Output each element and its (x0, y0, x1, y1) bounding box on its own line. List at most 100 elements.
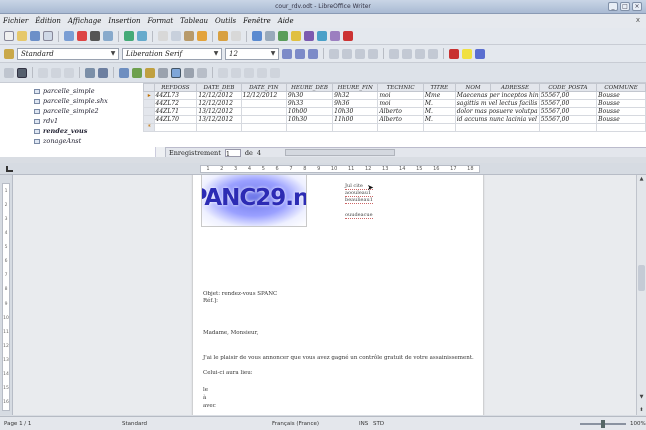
autofilter-icon[interactable] (158, 67, 168, 78)
table-cell[interactable]: 10h00 (285, 107, 334, 116)
column-header[interactable]: NOM (454, 83, 492, 92)
maximize-button[interactable]: □ (620, 2, 630, 11)
decrease-indent-icon[interactable] (415, 48, 425, 59)
letter-line[interactable]: à (203, 395, 206, 402)
paragraph-style-combo[interactable]: Standard ▼ (17, 47, 119, 60)
horizontal-ruler[interactable]: 1 2 3 4 5 6 7 8 9 10 11 12 13 14 15 16 17 18 (0, 163, 646, 175)
copy-record-icon[interactable] (51, 67, 61, 78)
column-header[interactable]: TITRE (422, 83, 456, 92)
column-header[interactable]: HEURE_FIN (332, 83, 379, 92)
letter-line[interactable]: avec (203, 403, 216, 410)
open-folder-icon[interactable] (17, 31, 27, 41)
print-preview-icon[interactable] (103, 31, 113, 41)
current-row-marker-icon[interactable]: ▸ (143, 91, 155, 100)
autospell-icon[interactable] (137, 31, 147, 41)
row-header[interactable] (143, 115, 155, 124)
edit-data-icon[interactable] (17, 67, 27, 78)
redo-icon[interactable] (231, 31, 241, 41)
page-nav-icon[interactable]: ⬍ (638, 407, 645, 414)
address-field[interactable]: beaulieau1 (345, 197, 373, 204)
navigator-icon[interactable] (304, 31, 314, 41)
zoom-level[interactable]: 100% (630, 421, 646, 427)
align-right-icon[interactable] (355, 48, 365, 59)
chevron-down-icon[interactable]: ▼ (269, 50, 277, 58)
spellcheck-icon[interactable] (124, 31, 134, 41)
tab-type-icon[interactable] (6, 166, 13, 172)
table-cell[interactable]: Maecenas per inceptos hin (454, 91, 540, 100)
close-document-button[interactable]: x (636, 16, 640, 24)
table-icon[interactable] (265, 31, 275, 41)
close-window-button[interactable]: × (632, 2, 642, 11)
edit-file-icon[interactable] (64, 31, 74, 41)
italic-icon[interactable] (295, 48, 305, 59)
menu-outils[interactable]: Outils (215, 17, 236, 25)
table-cell[interactable]: Bousse (596, 91, 646, 100)
letter-line[interactable]: Madame, Monsieur, (203, 330, 258, 337)
data-source-view-icon[interactable] (4, 67, 14, 78)
table-row[interactable]: ▸ 44ZL73 12/12/2012 12/12/2012 9h30 9h32… (143, 91, 646, 100)
highlight-icon[interactable] (462, 48, 472, 59)
table-cell[interactable]: Bousse (596, 107, 646, 116)
table-cell[interactable] (596, 123, 646, 132)
table-cell[interactable] (240, 115, 287, 124)
underline-icon[interactable] (308, 48, 318, 59)
table-cell[interactable] (285, 123, 334, 132)
menu-edition[interactable]: Édition (35, 17, 61, 25)
table-cell[interactable]: moi (377, 91, 424, 100)
address-field[interactable]: ouudeacue (345, 212, 373, 219)
table-cell[interactable]: 12/12/2012 (196, 99, 242, 108)
table-cell[interactable]: 9h36 (332, 99, 379, 108)
column-header[interactable]: TECHNIC (377, 83, 424, 92)
table-cell[interactable]: id accums nunc lacinia vel (454, 115, 540, 124)
table-cell[interactable]: dolor mas posuere volutpa (454, 107, 540, 116)
table-cell[interactable] (240, 123, 287, 132)
table-cell[interactable]: 55567,00 (538, 99, 598, 108)
table-cell[interactable]: 12/12/2012 (196, 91, 242, 100)
table-cell[interactable]: M. (422, 99, 456, 108)
scroll-up-icon[interactable]: ▲ (638, 176, 645, 183)
explorer-icon[interactable] (270, 67, 280, 78)
table-cell[interactable]: Bousse (596, 99, 646, 108)
new-row-marker-icon[interactable]: * (143, 123, 155, 132)
new-document-icon[interactable] (4, 31, 14, 41)
zoom-slider-handle[interactable] (601, 420, 605, 428)
table-cell[interactable]: 55567,00 (538, 91, 598, 100)
save-record-icon[interactable] (85, 67, 95, 78)
sort-descending-icon[interactable] (132, 67, 142, 78)
help-icon[interactable] (343, 31, 353, 41)
table-cell[interactable]: moi (377, 99, 424, 108)
scroll-down-icon[interactable]: ▼ (638, 394, 645, 401)
copy-icon[interactable] (171, 31, 181, 41)
menu-insertion[interactable]: Insertion (108, 17, 140, 25)
letter-line[interactable]: J'ai le plaisir de vous annoncer que vou… (203, 355, 474, 362)
document-page[interactable]: SPANC29.net Jul cite aoouleau1 beaulieau… (193, 175, 483, 415)
data-to-fields-icon[interactable] (231, 67, 241, 78)
apply-filter-icon[interactable] (171, 67, 181, 78)
menu-tableau[interactable]: Tableau (180, 17, 208, 25)
hyperlink-icon[interactable] (252, 31, 262, 41)
table-cell[interactable]: 44ZL71 (153, 107, 198, 116)
letter-line[interactable]: Objet: rendez-vous SPANC (203, 291, 277, 298)
column-header[interactable]: DATE_FIN (240, 83, 287, 92)
minimize-button[interactable]: _ (608, 2, 618, 11)
letter-line[interactable]: Réf.]: (203, 298, 218, 305)
paste-icon[interactable] (184, 31, 194, 41)
paste-record-icon[interactable] (64, 67, 74, 78)
styles-icon[interactable] (4, 48, 14, 59)
increase-indent-icon[interactable] (428, 48, 438, 59)
document-vertical-scrollbar[interactable]: ▲ ▼ ⬍ (636, 175, 646, 415)
table-cell[interactable] (377, 123, 424, 132)
document-area[interactable]: SPANC29.net Jul cite aoouleau1 beaulieau… (13, 175, 636, 415)
data-source-icon[interactable] (257, 67, 267, 78)
font-color-icon[interactable] (449, 48, 459, 59)
clone-formatting-icon[interactable] (197, 31, 207, 41)
table-cell[interactable]: Bousse (596, 115, 646, 124)
table-cell[interactable]: 10h30 (285, 115, 334, 124)
undo-icon[interactable] (218, 31, 228, 41)
column-header[interactable]: CODE_POSTA (538, 83, 598, 92)
table-cell[interactable] (454, 123, 540, 132)
save-icon[interactable] (30, 31, 40, 41)
font-size-combo[interactable]: 12 ▼ (225, 47, 279, 60)
numbering-icon[interactable] (389, 48, 399, 59)
letter-line[interactable]: le (203, 387, 208, 394)
